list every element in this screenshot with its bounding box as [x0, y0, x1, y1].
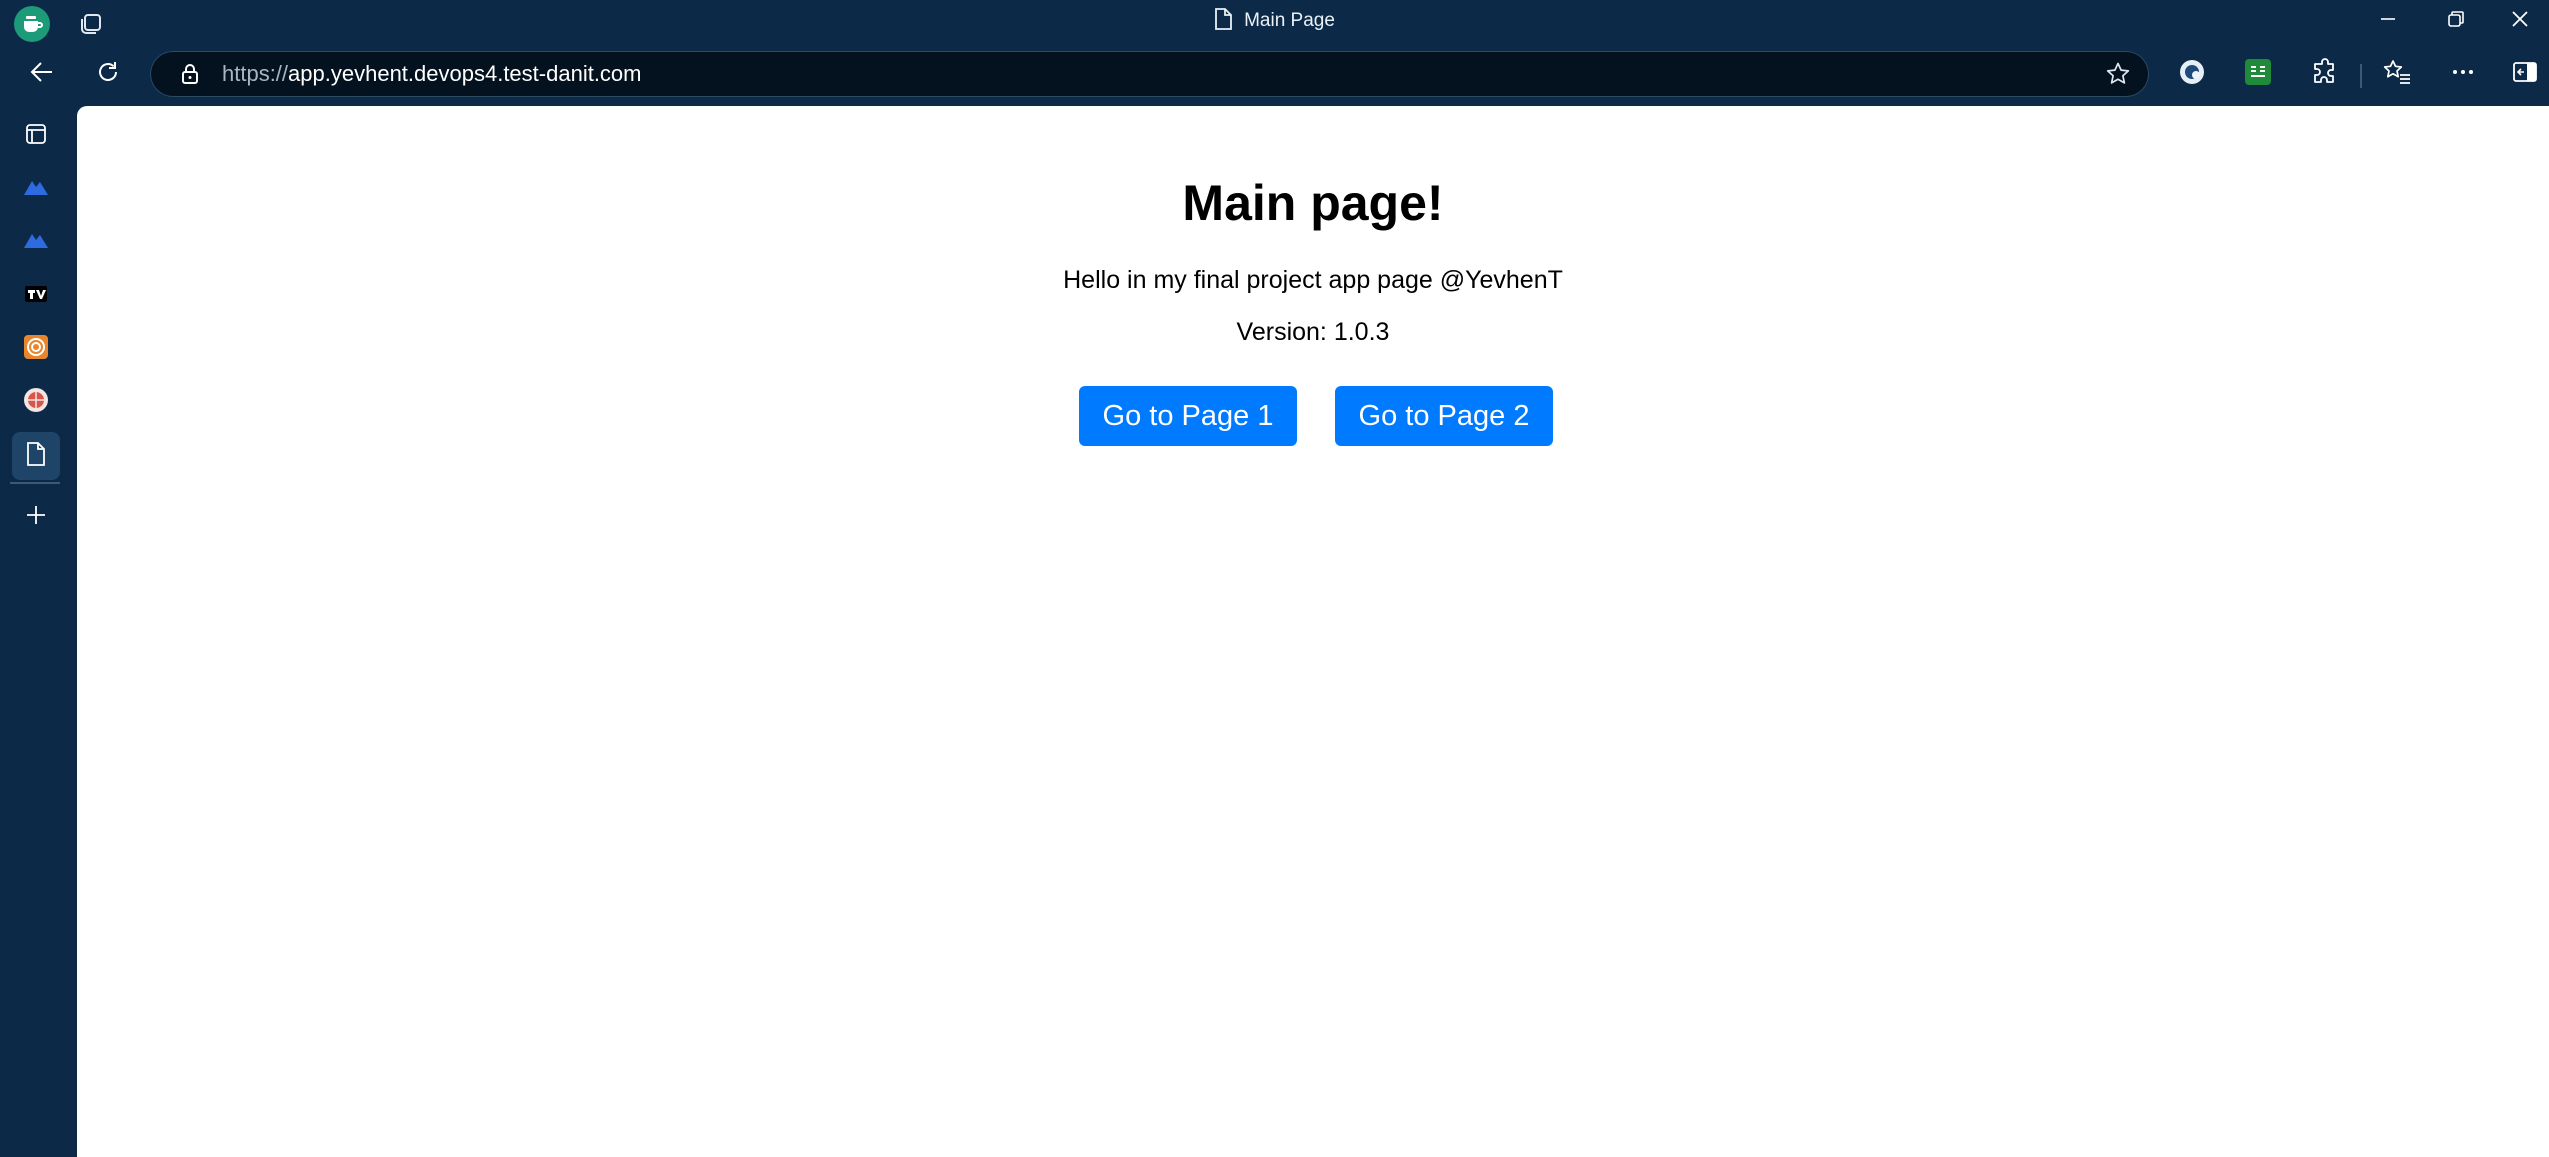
toolbar-separator [2360, 64, 2362, 88]
extensions-button[interactable] [2301, 50, 2349, 98]
go-to-page-1-button[interactable]: Go to Page 1 [1079, 386, 1297, 446]
extensions-icon [2311, 57, 2339, 91]
page-title: Main page! [1182, 175, 1444, 231]
url-protocol: https:// [222, 61, 289, 86]
close-button[interactable] [2490, 0, 2549, 42]
window-title: Main Page [0, 0, 2549, 42]
version-text: Version: 1.0.3 [1236, 318, 1390, 346]
restore-button[interactable] [2422, 0, 2490, 42]
new-tab-button[interactable] [12, 493, 60, 541]
extension-a-icon [2178, 58, 2206, 91]
target-app-icon [23, 334, 49, 365]
sidebar-toggle-button[interactable] [2501, 50, 2549, 98]
window-title-text: Main Page [1244, 10, 1335, 31]
greeting-text: Hello in my final project app page @Yevh… [1063, 266, 1563, 294]
tab-actions-button[interactable] [12, 112, 60, 160]
sidebar-tab-current-page[interactable] [12, 432, 60, 480]
favorites-button[interactable] [2373, 50, 2421, 98]
extension-b-icon [2244, 58, 2272, 91]
url-text[interactable]: https://app.yevhent.devops4.test-danit.c… [222, 51, 642, 97]
sidebar-divider [10, 482, 60, 484]
sidebar-tab-target[interactable] [12, 325, 60, 373]
lock-icon[interactable] [178, 62, 202, 86]
web-page-content: Main page! Hello in my final project app… [77, 106, 2549, 1157]
page-tab-icon [26, 441, 46, 471]
vertical-tab-sidebar [0, 104, 76, 1157]
title-bar: Main Page [0, 0, 2549, 42]
sidebar-tab-cloud-2[interactable] [12, 218, 60, 266]
restore-icon [2447, 10, 2465, 33]
back-button[interactable] [18, 50, 66, 98]
cloud-app-icon-2 [23, 230, 49, 255]
sidebar-tab-tradingview[interactable] [12, 272, 60, 320]
minimize-button[interactable] [2354, 0, 2422, 42]
browser-toolbar: https://app.yevhent.devops4.test-danit.c… [0, 42, 2549, 104]
tradingview-icon [24, 284, 48, 309]
more-button[interactable] [2439, 50, 2487, 98]
back-icon [29, 59, 55, 90]
favorites-icon [2382, 58, 2412, 91]
url-host: app.yevhent.devops4.test-danit.com [288, 61, 642, 86]
favorite-star-icon[interactable] [2105, 61, 2131, 87]
add-icon [24, 503, 48, 532]
more-icon [2450, 59, 2476, 90]
sidebar-tab-globe[interactable] [12, 378, 60, 426]
sidebar-tab-cloud-1[interactable] [12, 165, 60, 213]
page-icon [1214, 7, 1232, 35]
globe-app-icon [23, 387, 49, 418]
address-bar[interactable]: https://app.yevhent.devops4.test-danit.c… [150, 51, 2149, 97]
extension-a-button[interactable] [2168, 50, 2216, 98]
extension-b-button[interactable] [2234, 50, 2282, 98]
close-icon [2511, 10, 2529, 33]
refresh-icon [95, 59, 121, 90]
cloud-app-icon-1 [23, 177, 49, 202]
refresh-button[interactable] [84, 50, 132, 98]
sidebar-toggle-icon [2512, 59, 2538, 90]
go-to-page-2-button[interactable]: Go to Page 2 [1335, 386, 1553, 446]
tab-actions-icon [24, 122, 48, 151]
minimize-icon [2379, 10, 2397, 33]
